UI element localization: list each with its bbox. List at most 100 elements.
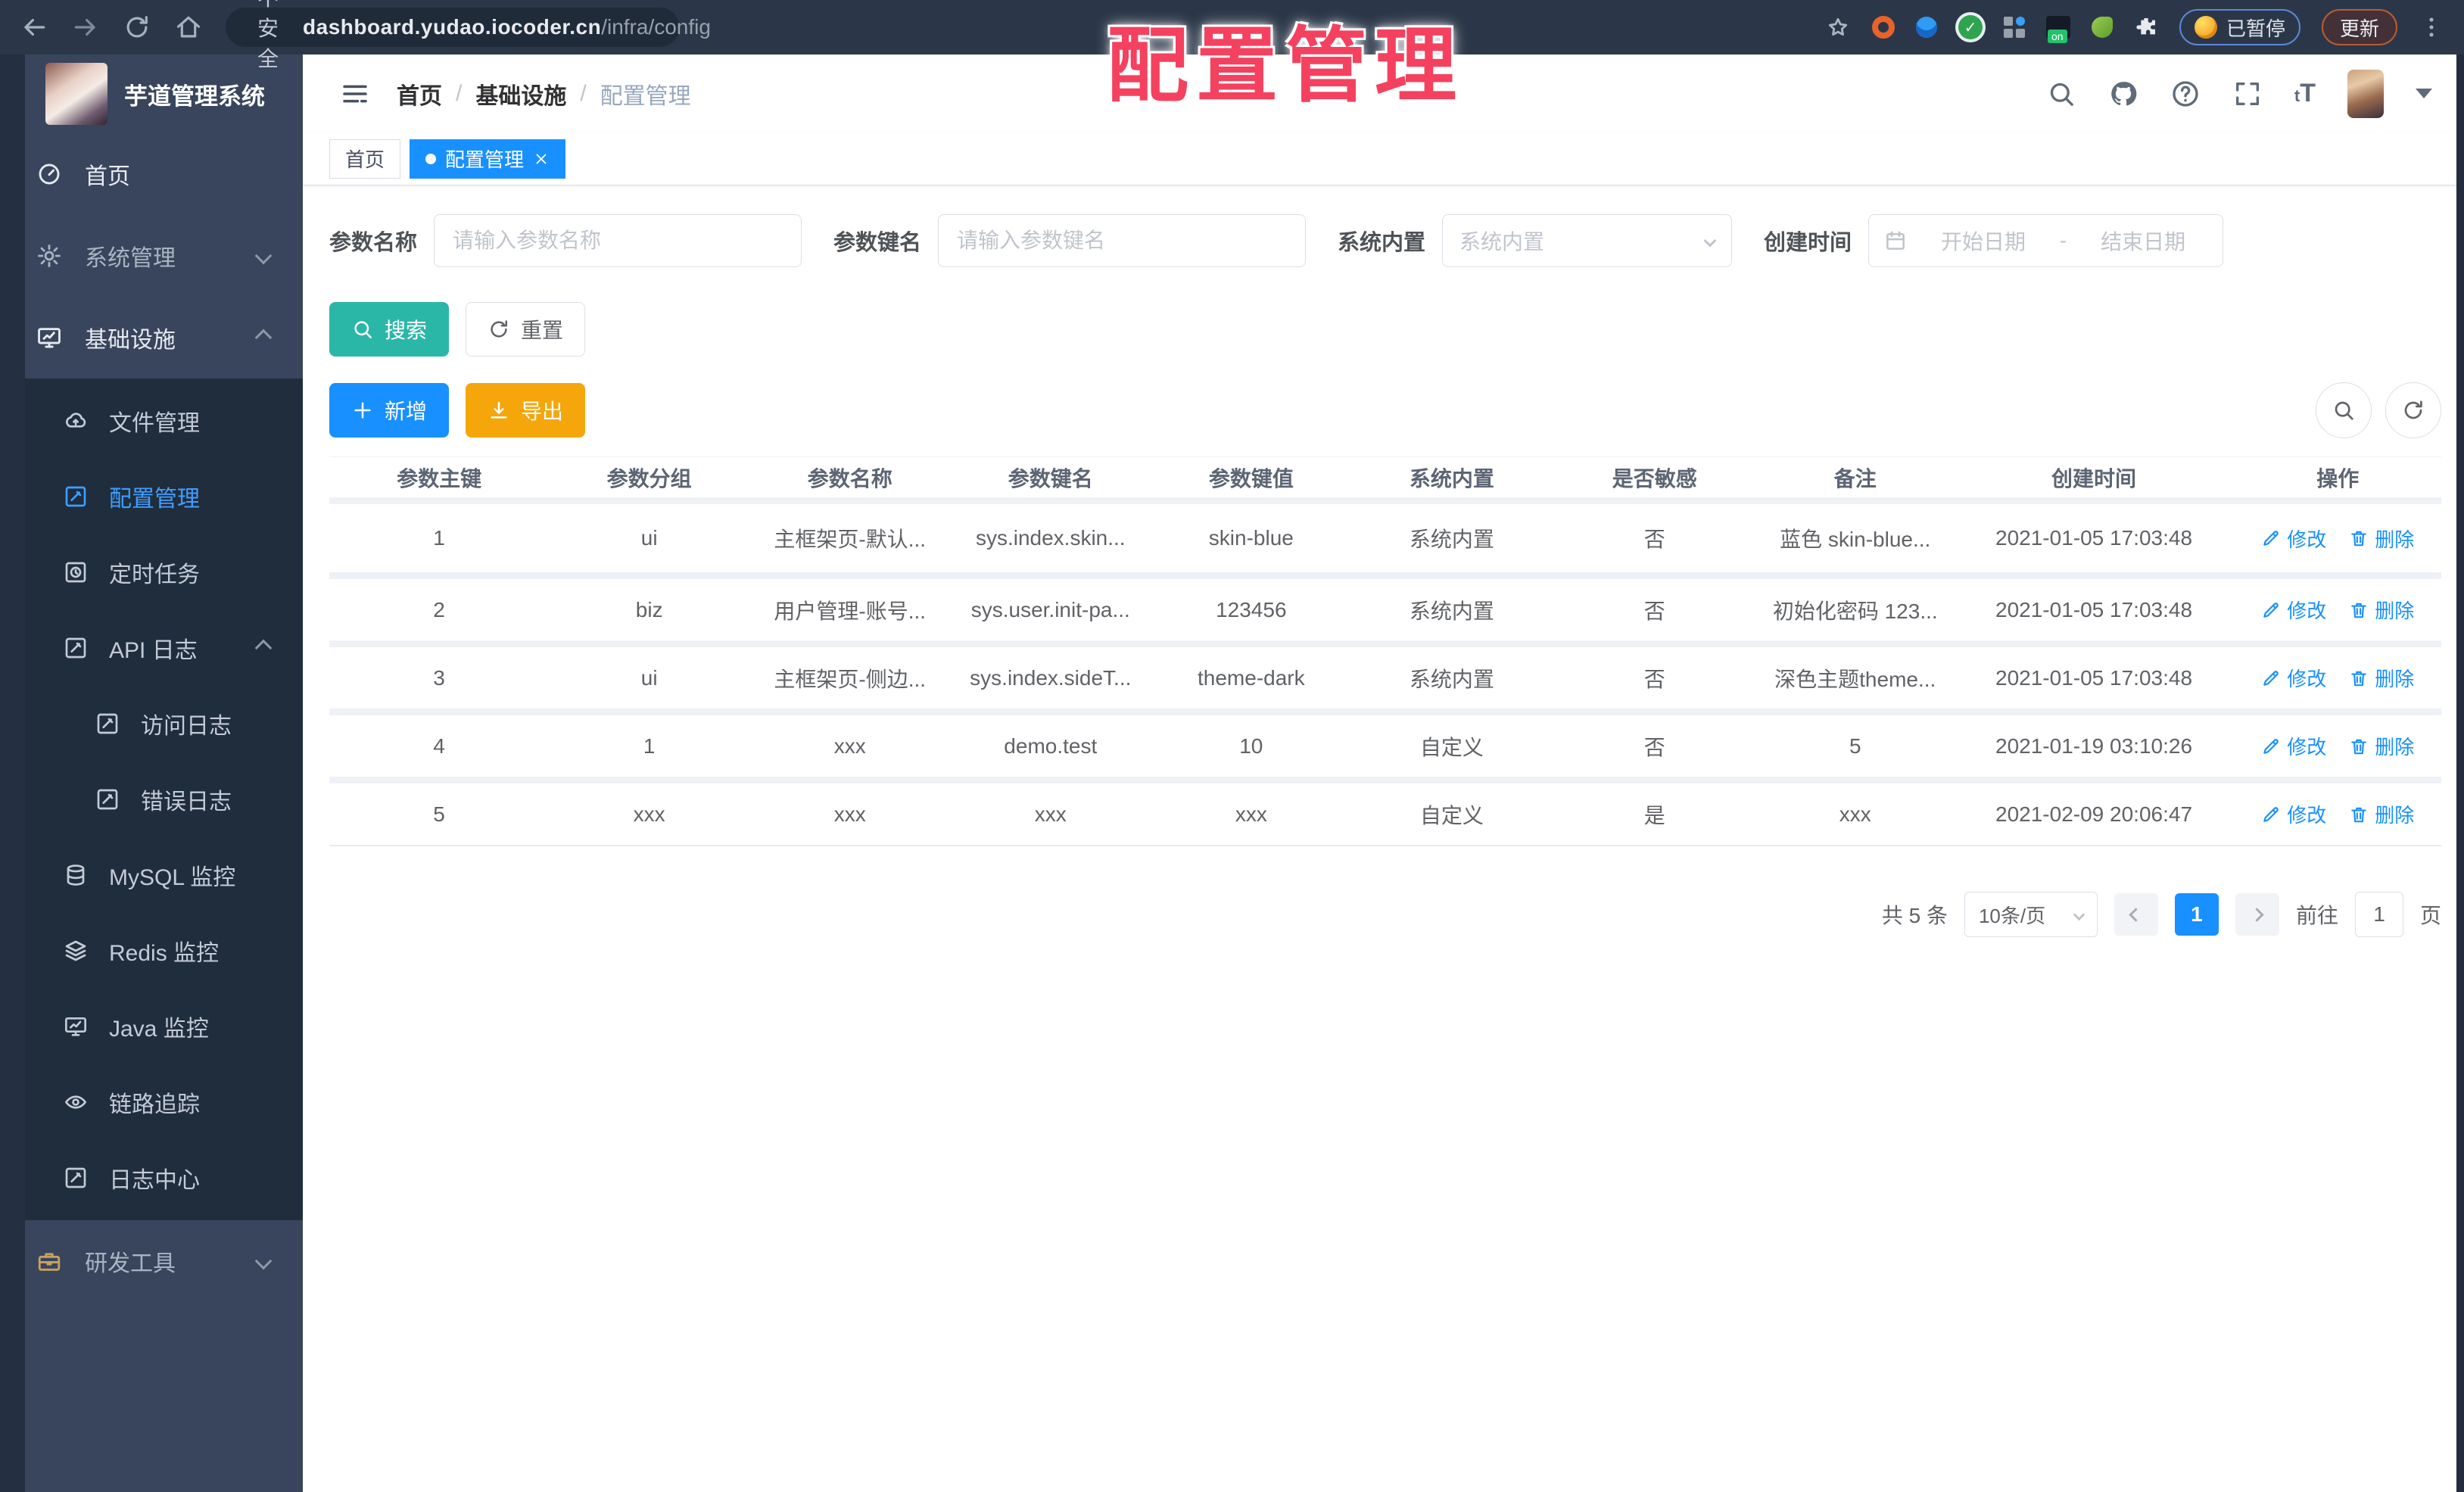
search-button-label: 搜索	[385, 319, 428, 342]
page-size-select[interactable]: 10条/页	[1964, 892, 2098, 937]
browser-menu-icon[interactable]	[2419, 14, 2444, 40]
sidebar-item-log-center[interactable]: 日志中心	[0, 1140, 303, 1216]
config-table: 参数主键 参数分组 参数名称 参数键名 参数键值 系统内置 是否敏感 备注 创建…	[329, 456, 2441, 846]
column-header: 参数分组	[606, 466, 692, 491]
extension-blue-pin-icon[interactable]	[1915, 17, 1937, 38]
page-unit-label: 页	[2419, 904, 2441, 927]
cell-sensitive: 否	[1643, 667, 1665, 691]
fullscreen-icon[interactable]	[2232, 79, 2263, 109]
sidebar-item-infra[interactable]: 基础设施	[0, 297, 303, 378]
start-date-placeholder: 开始日期	[1940, 230, 2026, 254]
sidebar-item-job[interactable]: 定时任务	[0, 534, 303, 610]
sidebar-item-access-log[interactable]: 访问日志	[0, 686, 303, 762]
pencil-icon	[2261, 737, 2281, 756]
reset-button[interactable]: 重置	[466, 302, 586, 357]
close-tab-icon[interactable]	[533, 151, 550, 167]
window-right-edge	[2456, 55, 2464, 1492]
font-size-icon[interactable]: tT	[2294, 79, 2316, 108]
param-key-label: 参数键名	[833, 231, 922, 255]
cell-group: 1	[643, 734, 656, 758]
delete-link[interactable]: 删除	[2349, 596, 2414, 624]
sidebar-item-java[interactable]: Java 监控	[0, 989, 303, 1064]
refresh-table-button[interactable]	[2385, 382, 2441, 438]
sidebar-item-system[interactable]: 系统管理	[0, 215, 303, 297]
extension-grid-icon[interactable]	[2003, 17, 2025, 38]
browser-update-button[interactable]: 更新	[2321, 9, 2397, 45]
tab-label: 配置管理	[445, 148, 525, 171]
sidebar-item-dev-tools[interactable]: 研发工具	[0, 1220, 303, 1302]
delete-link[interactable]: 删除	[2349, 800, 2414, 828]
browser-forward-icon[interactable]	[71, 13, 100, 42]
prev-page-button[interactable]	[2114, 893, 2158, 936]
browser-home-icon[interactable]	[174, 13, 203, 42]
sidebar-item-label: MySQL 监控	[109, 865, 236, 890]
java-monitor-icon	[64, 1014, 88, 1039]
access-log-icon	[95, 712, 120, 736]
sidebar-item-error-log[interactable]: 错误日志	[0, 762, 303, 837]
next-page-button[interactable]	[2235, 893, 2279, 936]
sidebar-item-redis[interactable]: Redis 监控	[0, 913, 303, 989]
page-size-value: 10条/页	[1978, 904, 2046, 927]
extension-leaf-icon[interactable]	[2091, 17, 2113, 38]
toggle-search-button[interactable]	[2316, 382, 2372, 438]
cell-value: skin-blue	[1208, 526, 1294, 550]
sidebar-item-config[interactable]: 配置管理	[0, 459, 303, 534]
extension-orange-ring-icon[interactable]	[1871, 16, 1895, 39]
edit-link[interactable]: 修改	[2261, 525, 2326, 553]
param-key-input[interactable]	[938, 214, 1307, 267]
page-number-current[interactable]: 1	[2174, 893, 2219, 936]
table-row: 5 xxx xxx xxx xxx 自定义 是 xxx 2021-02-09 2…	[329, 777, 2441, 845]
search-button[interactable]: 搜索	[329, 302, 450, 357]
user-menu-caret-icon[interactable]	[2416, 89, 2432, 98]
delete-link[interactable]: 删除	[2349, 732, 2414, 760]
reset-button-label: 重置	[521, 319, 564, 342]
add-button[interactable]: 新增	[329, 383, 450, 438]
search-actions-row: 搜索 重置	[329, 302, 2441, 357]
refresh-icon	[488, 318, 510, 341]
sidebar-item-trace[interactable]: 链路追踪	[0, 1064, 303, 1140]
sidebar-item-label: 链路追踪	[109, 1092, 200, 1117]
sidebar-item-label: 配置管理	[109, 487, 200, 512]
breadcrumb-home[interactable]: 首页	[397, 77, 442, 111]
sidebar-item-file[interactable]: 文件管理	[0, 383, 303, 459]
github-icon[interactable]	[2108, 79, 2138, 109]
cell-builtin: 系统内置	[1409, 667, 1494, 691]
date-range-picker[interactable]: 开始日期 - 结束日期	[1868, 214, 2224, 267]
delete-link[interactable]: 删除	[2349, 525, 2414, 553]
edit-link[interactable]: 修改	[2261, 596, 2326, 624]
table-actions-row: 新增 导出	[329, 382, 2441, 438]
delete-link[interactable]: 删除	[2349, 664, 2414, 692]
address-bar[interactable]: 不安全 dashboard.yudao.iocoder.cn/infra/con…	[226, 0, 711, 70]
breadcrumb-separator: /	[580, 80, 587, 106]
extension-on-badge-icon[interactable]: on	[2045, 16, 2070, 43]
export-button[interactable]: 导出	[466, 383, 586, 438]
extension-green-check-icon[interactable]: ✓	[1958, 15, 1983, 39]
goto-page-input[interactable]	[2354, 892, 2403, 937]
edit-link[interactable]: 修改	[2261, 800, 2326, 828]
profile-emoji-avatar	[2194, 16, 2217, 39]
sidebar-item-mysql[interactable]: MySQL 监控	[0, 837, 303, 913]
breadcrumb-infra[interactable]: 基础设施	[475, 77, 566, 111]
browser-back-icon[interactable]	[20, 13, 48, 42]
sidebar-item-home[interactable]: 首页	[0, 133, 303, 215]
sidebar-item-label: 系统管理	[85, 246, 176, 271]
user-avatar[interactable]	[2347, 69, 2384, 118]
bookmark-star-icon[interactable]	[1825, 14, 1851, 40]
builtin-select[interactable]: 系统内置	[1442, 214, 1733, 267]
sidebar-item-label: 定时任务	[109, 562, 200, 587]
edit-link[interactable]: 修改	[2261, 732, 2326, 760]
extensions-puzzle-icon[interactable]	[2134, 15, 2158, 39]
help-icon[interactable]	[2170, 79, 2201, 109]
sidebar-item-api-log[interactable]: API 日志	[0, 610, 303, 686]
browser-reload-icon[interactable]	[123, 13, 151, 42]
refresh-icon	[2401, 398, 2425, 422]
edit-link[interactable]: 修改	[2261, 664, 2326, 692]
search-icon[interactable]	[2046, 79, 2076, 109]
param-name-input[interactable]	[434, 214, 802, 267]
tab-home[interactable]: 首页	[329, 139, 401, 179]
profile-paused-chip[interactable]: 已暂停	[2179, 9, 2300, 45]
tab-config[interactable]: 配置管理	[410, 139, 566, 179]
collapse-sidebar-icon[interactable]	[339, 78, 371, 110]
cell-builtin: 自定义	[1419, 735, 1484, 759]
log-edit-icon	[64, 1166, 88, 1190]
